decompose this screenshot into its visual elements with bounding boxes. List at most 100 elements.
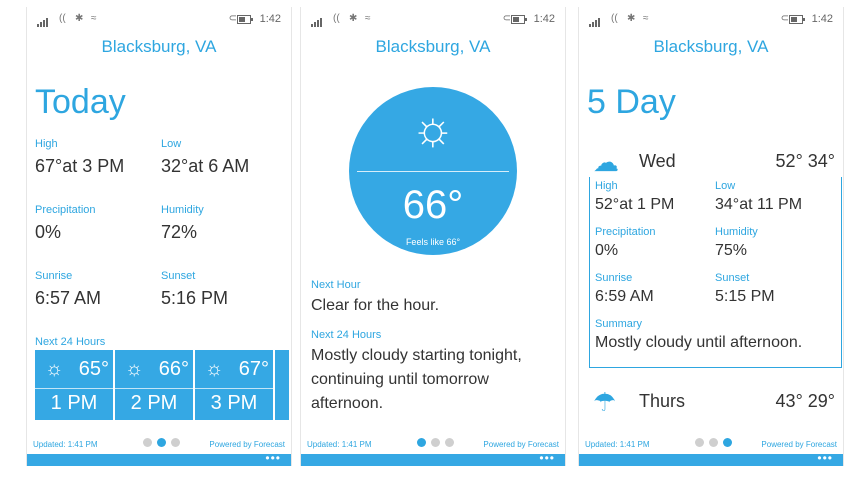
today-screen: (( ✱ ≈ ⊂ 1:42 Blacksburg, VA Today High … <box>26 7 292 466</box>
sunset-label: Sunset <box>161 270 196 282</box>
summary-value: Mostly cloudy until afternoon. <box>595 334 803 351</box>
precip-label: Precipitation <box>595 226 656 238</box>
sunrise-label: Sunrise <box>35 270 73 282</box>
more-icon[interactable]: ••• <box>265 451 281 465</box>
battery-icon <box>237 15 253 24</box>
humidity-value: 72% <box>161 222 198 242</box>
hour-tile[interactable]: ☼ 65° 1 PM <box>35 350 113 420</box>
vibrate-icon: ≈ <box>365 13 371 24</box>
page-dot <box>143 438 152 447</box>
high-value: 67°at 3 PM <box>35 156 125 176</box>
sunset-label: Sunset <box>715 272 750 284</box>
page-dot <box>431 438 440 447</box>
sun-icon: ☼ <box>411 102 455 155</box>
sunrise-label: Sunrise <box>595 272 633 284</box>
current-conditions-circle: ☼ 66° Feels like 66° <box>349 87 517 255</box>
hour-tile-partial[interactable] <box>275 350 289 420</box>
vibrate-icon: ≈ <box>643 13 649 24</box>
hourly-strip[interactable]: ☼ 65° 1 PM ☼ 66° 2 PM ☼ 67° 3 PM <box>35 350 291 420</box>
signal-icon <box>589 15 601 27</box>
day-row-wed[interactable]: ☁ Wed 52° 34° <box>587 143 835 179</box>
charging-icon: ⊂ <box>502 13 511 24</box>
humidity-label: Humidity <box>161 204 204 216</box>
updated-text: Updated: 1:41 PM <box>585 440 650 449</box>
city-title[interactable]: Blacksburg, VA <box>301 37 565 57</box>
battery-icon <box>789 15 805 24</box>
high-label: High <box>595 180 618 192</box>
bluetooth-icon: ✱ <box>75 13 84 24</box>
humidity-label: Humidity <box>715 226 758 238</box>
wifi-icon: (( <box>59 13 66 24</box>
city-title[interactable]: Blacksburg, VA <box>27 37 291 57</box>
charging-icon: ⊂ <box>780 13 789 24</box>
bluetooth-icon: ✱ <box>349 13 358 24</box>
page-dot <box>709 438 718 447</box>
summary-label: Summary <box>595 318 643 330</box>
day-high-low: 43° 29° <box>775 391 835 411</box>
next-hour-text: Clear for the hour. <box>311 297 440 314</box>
hour-tile[interactable]: ☼ 66° 2 PM <box>115 350 193 420</box>
low-label: Low <box>715 180 736 192</box>
city-title[interactable]: Blacksburg, VA <box>579 37 843 57</box>
hour-tile[interactable]: ☼ 67° 3 PM <box>195 350 273 420</box>
clock: 1:42 <box>811 13 833 25</box>
status-bar: (( ✱ ≈ ⊂ 1:42 <box>27 13 291 27</box>
page-dot-active <box>417 438 426 447</box>
next-hour-label: Next Hour <box>311 279 361 291</box>
next24-label: Next 24 Hours <box>35 336 106 348</box>
hour-temp: 66° <box>158 358 189 380</box>
page-dot-active <box>157 438 166 447</box>
page-title: Today <box>35 83 126 121</box>
partly-cloudy-icon: ☁ <box>593 147 619 177</box>
hour-time: 3 PM <box>210 392 258 414</box>
footer: Updated: 1:41 PM Powered by Forecast <box>585 438 837 452</box>
footer: Updated: 1:41 PM Powered by Forecast <box>307 438 559 452</box>
sunrise-value: 6:57 AM <box>35 288 102 308</box>
day-name: Wed <box>639 151 676 171</box>
now-screen: (( ✱ ≈ ⊂ 1:42 Blacksburg, VA ☼ 66° Feels… <box>300 7 566 466</box>
sun-icon: ☼ <box>45 358 64 380</box>
signal-icon <box>37 15 49 27</box>
current-temp: 66° <box>402 183 464 227</box>
more-icon[interactable]: ••• <box>817 451 833 465</box>
high-value: 52°at 1 PM <box>595 196 675 213</box>
vibrate-icon: ≈ <box>91 13 97 24</box>
powered-by-link[interactable]: Powered by Forecast <box>209 440 285 449</box>
more-icon[interactable]: ••• <box>539 451 555 465</box>
wifi-icon: (( <box>611 13 618 24</box>
sunrise-value: 6:59 AM <box>595 288 654 305</box>
wifi-icon: (( <box>333 13 340 24</box>
humidity-value: 75% <box>715 242 748 259</box>
clock: 1:42 <box>533 13 555 25</box>
low-label: Low <box>161 138 182 150</box>
next24-label: Next 24 Hours <box>311 329 382 341</box>
sun-icon: ☼ <box>205 358 224 380</box>
sunset-value: 5:15 PM <box>715 288 775 305</box>
powered-by-link[interactable]: Powered by Forecast <box>483 440 559 449</box>
status-bar: (( ✱ ≈ ⊂ 1:42 <box>301 13 565 27</box>
app-bar: ••• <box>579 451 843 466</box>
page-indicator <box>417 438 459 449</box>
updated-text: Updated: 1:41 PM <box>307 440 372 449</box>
high-label: High <box>35 138 58 150</box>
footer: Updated: 1:41 PM Powered by Forecast <box>33 438 285 452</box>
powered-by-link[interactable]: Powered by Forecast <box>761 440 837 449</box>
signal-icon <box>311 15 323 27</box>
updated-text: Updated: 1:41 PM <box>33 440 98 449</box>
rain-icon: ☂ <box>593 387 617 417</box>
day-row-thurs[interactable]: ☂ Thurs 43° 29° <box>587 383 835 419</box>
next24-text: Mostly cloudy starting tonight, continui… <box>311 347 522 412</box>
hour-time: 2 PM <box>130 392 178 414</box>
hour-time: 1 PM <box>50 392 98 414</box>
low-value: 34°at 11 PM <box>715 196 803 213</box>
app-bar: ••• <box>27 451 291 466</box>
page-dot-active <box>723 438 732 447</box>
hour-temp: 67° <box>238 358 269 380</box>
clock: 1:42 <box>259 13 281 25</box>
page-title: 5 Day <box>587 83 676 121</box>
page-dot <box>445 438 454 447</box>
page-indicator <box>695 438 737 449</box>
sunset-value: 5:16 PM <box>161 288 229 308</box>
charging-icon: ⊂ <box>228 13 237 24</box>
low-value: 32°at 6 AM <box>161 156 250 176</box>
